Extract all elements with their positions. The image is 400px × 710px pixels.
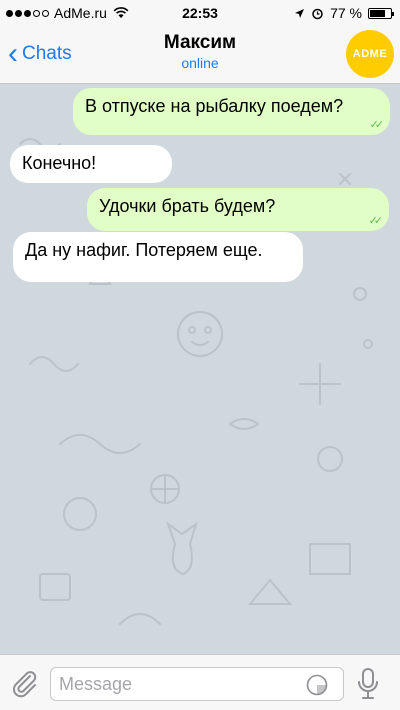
chat-title[interactable]: Максим online [0,32,400,71]
avatar-text: ADME [352,48,388,60]
battery-icon [368,7,394,19]
message-text: Конечно! [22,153,97,173]
paperclip-icon[interactable] [8,667,40,699]
signal-strength-icon [6,9,49,17]
message-input[interactable] [50,667,344,701]
message-composer [0,654,400,710]
status-bar: AdMe.ru 22:53 77 % [0,0,400,26]
clock: 22:53 [182,5,218,21]
carrier-name: AdMe.ru [54,5,107,21]
message-bubble-outgoing[interactable]: В отпуске на рыбалку поедем? ✓✓ [73,88,390,135]
message-text: В отпуске на рыбалку поедем? [85,96,344,116]
alarm-icon [312,8,323,19]
location-arrow-icon [295,8,305,18]
sticker-icon[interactable] [306,674,328,696]
read-checkmarks-icon: ✓✓ [369,119,385,131]
navigation-bar: ‹ Chats Максим online ADME [0,26,400,84]
battery-percent: 77 % [330,5,362,21]
contact-name: Максим [163,32,237,53]
message-text: Удочки брать будем? [99,196,276,216]
message-text: Да ну нафиг. Потеряем еще. [25,240,263,260]
avatar[interactable]: ADME [346,30,394,78]
message-bubble-outgoing[interactable]: Удочки брать будем? ✓✓ [87,188,389,231]
chat-area[interactable]: В отпуске на рыбалку поедем? ✓✓ Конечно!… [0,84,400,654]
read-checkmarks-icon: ✓✓ [368,215,384,227]
wifi-icon [113,7,129,18]
contact-status: online [181,55,219,71]
microphone-icon[interactable] [355,667,381,701]
message-bubble-incoming[interactable]: Да ну нафиг. Потеряем еще. [13,232,303,282]
message-bubble-incoming[interactable]: Конечно! [10,145,172,183]
